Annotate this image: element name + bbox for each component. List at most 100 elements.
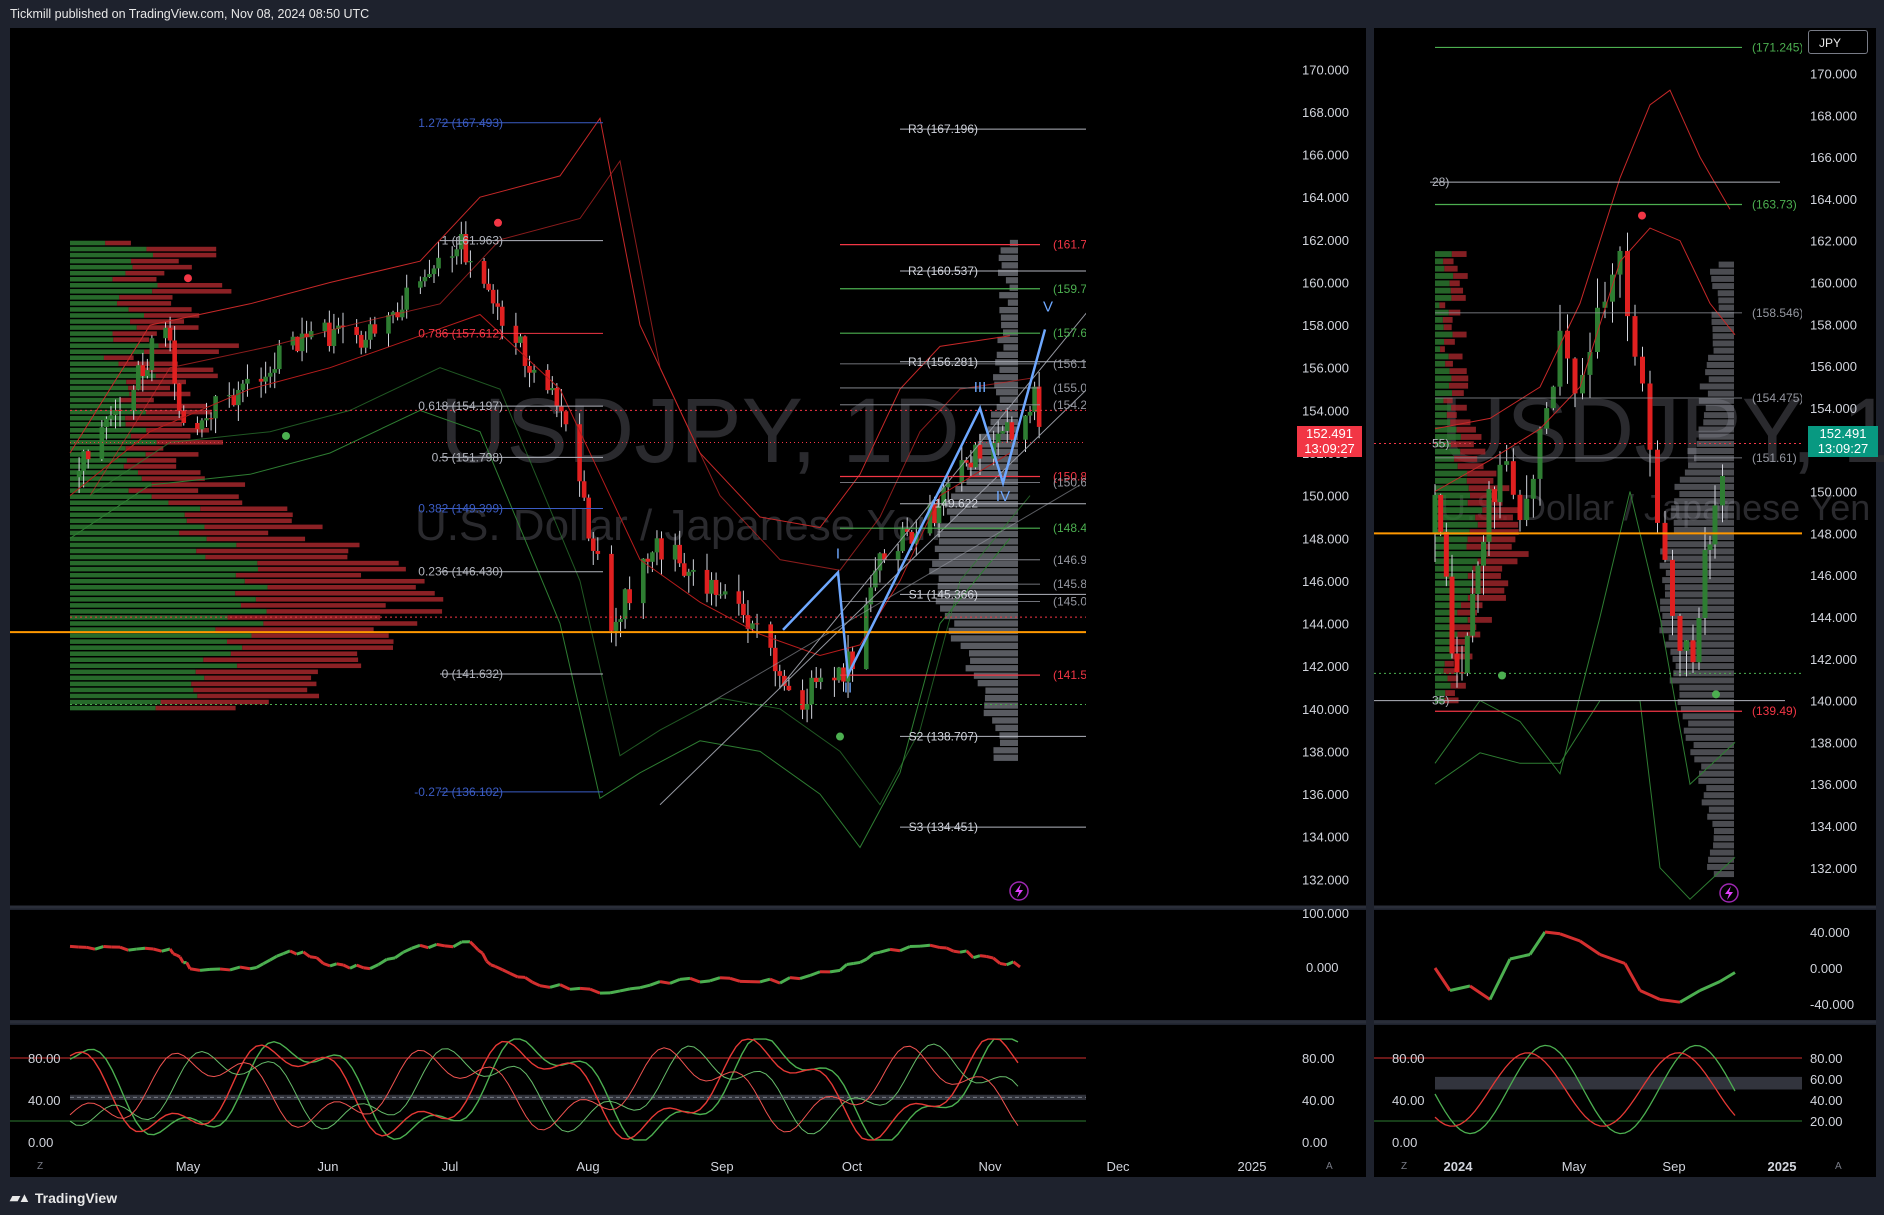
visible-range-volume-bar [932,560,1018,567]
weekly-range-volume-bar [1685,734,1734,741]
candle-down [581,481,587,498]
volume-profile-bar-down [178,530,269,536]
visible-range-volume-bar [996,351,1018,359]
weekly-candle-up [1544,408,1550,429]
candle-down [1036,386,1042,427]
volume-profile-bar-down [113,337,149,342]
oscillator-segment [919,943,931,948]
weekly-volume-bar-up [1435,338,1445,345]
visible-range-volume-bar [969,650,1018,657]
weekly-volume-bar-down [1453,273,1468,279]
chart-canvas[interactable]: USDJPY, 1D U.S. Dollar / Japanese Yen US… [0,0,1884,1215]
weekly-candle-down [1454,653,1460,673]
candle-up [836,667,842,681]
candle-up [454,249,460,257]
weekly-volume-bar-up [1435,390,1453,396]
candle-down [527,365,532,373]
candle-up [1027,411,1033,416]
weekly-volume-bar-down [1467,470,1497,477]
candle-up [613,621,619,631]
weekly-y-axis-tick: 164.000 [1810,192,1857,207]
volume-profile-bar-down [186,518,292,524]
weekly-candle-down [1565,330,1570,359]
signal-dot [494,218,502,227]
volume-profile-bar-up [70,258,132,264]
visible-range-volume-bar [999,739,1018,746]
candle-down [586,497,591,539]
auto-scale-icon[interactable]: A [1326,1161,1333,1172]
volume-profile-bar-down [235,591,435,596]
weekly-volume-bar-down [1477,521,1519,528]
candle-up [213,396,218,419]
fib-label: 0.382 (149.399) [418,501,503,515]
weekly-range-volume-bar [1717,290,1734,297]
oscillator-segment [128,947,137,952]
weekly-volume-bar-down [1449,280,1460,287]
volume-profile-bar-up [70,542,237,548]
oscillator-segment [144,946,154,951]
visible-range-volume-bar [995,359,1018,366]
candle-down [681,563,687,576]
oscillator-segment [329,962,338,968]
volume-profile-bar-up [70,645,243,650]
candle-down [358,334,364,348]
weekly-volume-bar-up [1435,463,1458,470]
volume-profile-bar-up [70,427,147,433]
pivot-label: S3 (134.451) [909,820,978,834]
tradingview-footer[interactable]: ▰▲ TradingView [10,1190,117,1206]
oscillator-segment [249,966,257,971]
volume-profile-bar-up [70,264,133,270]
volume-profile-bar-up [70,578,245,584]
weekly-range-volume-bar [1707,390,1734,397]
candle-up [468,260,473,263]
weekly-stoch-tick-left: 80.00 [1392,1051,1425,1066]
weekly-volume-bar-down [1444,660,1454,667]
y-axis-tick: 140.000 [1302,702,1349,717]
weekly-level-label: (154.475) [1752,391,1803,405]
candle-up [672,544,678,560]
weekly-current-price: 152.491 [1819,426,1867,441]
currency-button[interactable]: JPY [1808,30,1868,54]
weekly-volume-bar-down [1443,258,1454,265]
weekly-volume-bar-down [1449,368,1467,375]
candle-up [1005,422,1010,431]
visible-range-volume-bar [970,657,1018,664]
candle-down [677,544,682,564]
candle-up [145,370,150,377]
weekly-stoch-tick: 40.00 [1810,1093,1843,1108]
y-axis-tick: 164.000 [1302,190,1349,205]
volume-profile-bar-up [70,276,113,282]
candle-up [199,420,205,430]
weekly-oscillator-tick: -40.000 [1810,997,1854,1012]
volume-profile-bar-down [168,500,243,505]
weekly-volume-bar-up [1435,660,1445,667]
visible-range-volume-bar [1000,314,1018,321]
candle-up [431,268,437,275]
volume-profile-bar-up [70,307,129,312]
zoom-icon[interactable]: Z [37,1161,43,1172]
weekly-range-volume-bar [1683,727,1734,734]
oscillator-segment [679,976,691,981]
candle-down [577,424,582,482]
weekly-volume-bar-down [1454,456,1478,462]
volume-profile-bar-down [193,687,308,693]
visible-range-volume-bar [1005,277,1018,284]
weekly-range-volume-bar [1679,691,1734,698]
weekly-candle-down [1640,356,1645,384]
weekly-volume-bar-down [1443,324,1452,331]
tradingview-logo-icon: ▰▲ [10,1190,31,1205]
weekly-range-volume-bar [1707,813,1734,820]
candle-down [176,383,182,411]
weekly-volume-bar-up [1435,295,1452,301]
weekly-zoom-icon[interactable]: Z [1401,1161,1407,1172]
weekly-range-volume-bar [1707,863,1734,870]
stoch-panel-bg [10,1025,1366,1177]
y-axis-tick: 134.000 [1302,830,1349,845]
weekly-x-axis-tick: Sep [1662,1159,1685,1174]
weekly-candle-down [1443,531,1449,577]
weekly-auto-scale-icon[interactable]: A [1835,1161,1842,1172]
weekly-volume-bar-up [1435,316,1443,323]
weekly-range-volume-bar [1703,419,1734,426]
weekly-oscillator-segment [1544,930,1561,936]
candle-down [772,647,778,672]
